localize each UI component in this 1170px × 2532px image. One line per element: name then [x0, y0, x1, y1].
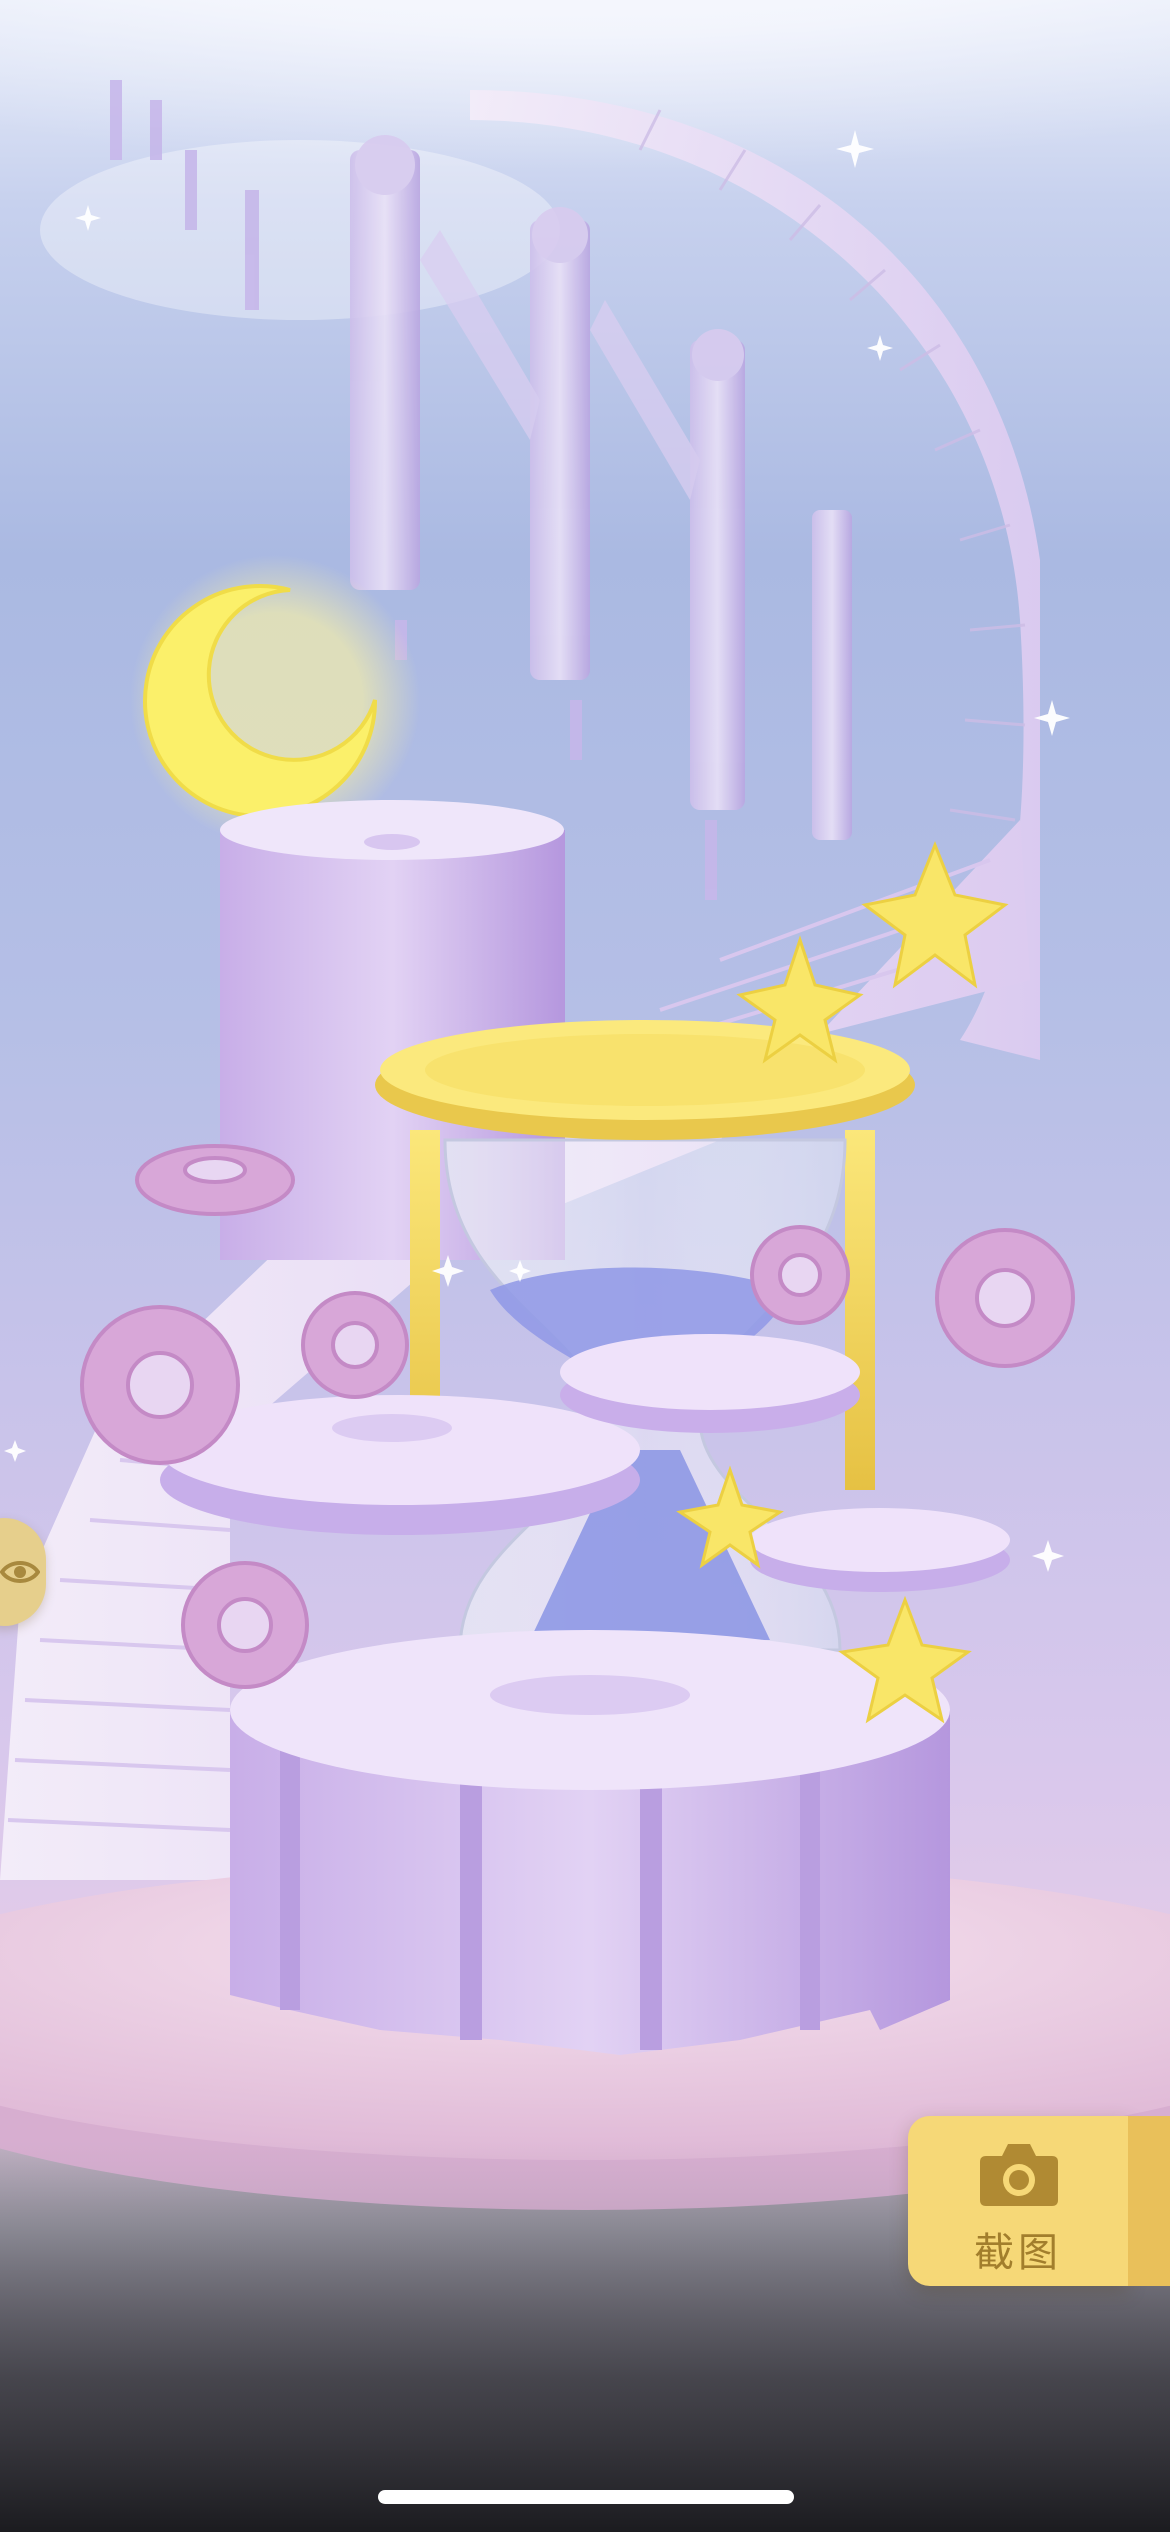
home-indicator[interactable] — [378, 2490, 794, 2504]
screenshot-label: 截图 — [974, 2230, 1062, 2276]
game-scene: 截图 — [0, 0, 1170, 2532]
eye-icon — [0, 1561, 40, 1583]
screenshot-button[interactable]: 截图 — [908, 2116, 1170, 2286]
gear-platform-large — [230, 1630, 950, 2055]
screenshot-button-edge — [1128, 2116, 1170, 2286]
camera-icon — [980, 2144, 1058, 2206]
